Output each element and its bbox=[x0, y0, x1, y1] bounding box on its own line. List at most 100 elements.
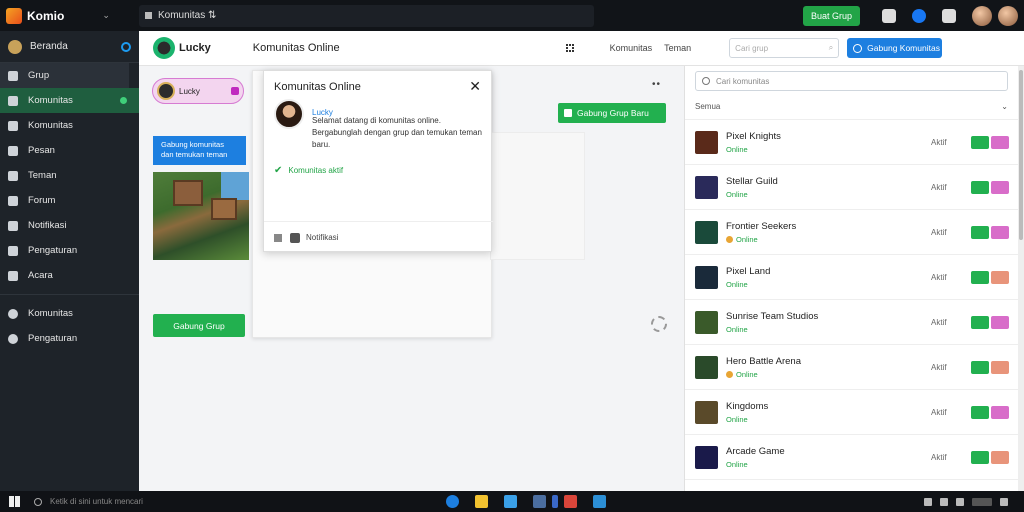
user-chip[interactable]: Lucky bbox=[152, 78, 244, 104]
search-icon bbox=[702, 77, 710, 85]
join-button[interactable] bbox=[971, 405, 989, 419]
sidebar-bottom-item-1[interactable]: Pengaturan bbox=[0, 326, 139, 351]
sidebar-item-4[interactable]: Teman bbox=[0, 163, 139, 188]
volume-icon[interactable] bbox=[956, 497, 964, 506]
community-name: Kingdoms bbox=[726, 400, 769, 412]
breadcrumb[interactable]: Komunitas ⇅ bbox=[139, 4, 594, 27]
app-name: Komio bbox=[27, 8, 65, 23]
clock-icon[interactable] bbox=[972, 497, 992, 506]
promo-card[interactable]: Gabung komunitas dan temukan teman bbox=[153, 136, 246, 165]
tab-communities[interactable]: Komunitas bbox=[610, 43, 653, 53]
community-search-input[interactable]: Cari komunitas bbox=[695, 71, 1008, 91]
list-item[interactable]: Kingdoms Online Aktif bbox=[685, 389, 1018, 434]
app-logo[interactable]: Komio ⌄ bbox=[0, 0, 139, 31]
content-panel-faint bbox=[490, 132, 585, 260]
sidebar-item-7[interactable]: Pengaturan bbox=[0, 238, 139, 263]
more-button[interactable] bbox=[991, 180, 1009, 194]
join-button[interactable] bbox=[971, 270, 989, 284]
more-button[interactable] bbox=[991, 270, 1009, 284]
network-icon[interactable] bbox=[940, 497, 948, 506]
more-button[interactable] bbox=[991, 225, 1009, 239]
more-button[interactable] bbox=[991, 135, 1009, 149]
join-button[interactable] bbox=[971, 180, 989, 194]
top-actions: Buat Grup bbox=[802, 0, 1024, 31]
sort-label: Semua bbox=[695, 102, 721, 111]
community-name: Pixel Land bbox=[726, 265, 771, 277]
more-button[interactable] bbox=[991, 360, 1009, 374]
list-item[interactable]: Pixel Knights Online Aktif bbox=[685, 119, 1018, 164]
search-placeholder: Cari grup bbox=[735, 43, 769, 53]
edge-icon[interactable] bbox=[446, 495, 459, 508]
join-button[interactable] bbox=[971, 135, 989, 149]
user-avatar[interactable] bbox=[153, 37, 175, 59]
notification-icon[interactable] bbox=[1000, 497, 1008, 506]
list-item[interactable]: Pixel Land Online Aktif bbox=[685, 254, 1018, 299]
sidebar-item-label: Pesan bbox=[28, 145, 55, 156]
more-icon[interactable]: •• bbox=[652, 79, 661, 90]
friend-avatar[interactable] bbox=[972, 5, 992, 26]
settings-icon[interactable] bbox=[121, 41, 131, 52]
join-button[interactable] bbox=[971, 450, 989, 464]
list-item[interactable]: Frontier Seekers Online Aktif bbox=[685, 209, 1018, 254]
grid-icon[interactable] bbox=[565, 44, 574, 52]
join-button[interactable] bbox=[971, 360, 989, 374]
logo-icon bbox=[6, 7, 22, 24]
list-item[interactable]: Sunrise Team Studios Online Aktif bbox=[685, 299, 1018, 344]
search-icon[interactable]: ⌕ bbox=[829, 43, 833, 53]
game-thumbnail[interactable] bbox=[153, 172, 249, 260]
community-info: Stellar Guild Online bbox=[726, 176, 931, 199]
close-icon[interactable]: ✕ bbox=[469, 78, 481, 95]
join-button[interactable] bbox=[971, 225, 989, 239]
game-icon[interactable] bbox=[942, 8, 956, 23]
join-group-button[interactable]: Gabung Grup bbox=[153, 314, 245, 337]
join-new-group-button[interactable]: Gabung Grup Baru bbox=[558, 103, 666, 123]
scrollbar[interactable] bbox=[1018, 66, 1024, 491]
sidebar-bottom-item-0[interactable]: Komunitas bbox=[0, 301, 139, 326]
sidebar-item-2[interactable]: Komunitas bbox=[0, 113, 139, 138]
create-group-button[interactable]: Buat Grup bbox=[802, 5, 860, 26]
store-icon[interactable] bbox=[504, 495, 517, 508]
tab-friends[interactable]: Teman bbox=[664, 43, 691, 53]
sidebar-item-5[interactable]: Forum bbox=[0, 188, 139, 213]
community-info: Pixel Knights Online bbox=[726, 131, 931, 154]
building-shape bbox=[173, 180, 203, 206]
search-input[interactable]: Cari grup ⌕ bbox=[729, 38, 840, 58]
user-name[interactable]: Lucky bbox=[179, 42, 211, 54]
attach-icon[interactable] bbox=[274, 233, 282, 242]
more-button[interactable] bbox=[991, 405, 1009, 419]
refresh-icon[interactable] bbox=[651, 316, 667, 332]
list-item[interactable]: Retro GoOnlineAktif bbox=[685, 479, 1018, 491]
community-status: Aktif bbox=[931, 227, 947, 237]
list-item[interactable]: Stellar Guild Online Aktif bbox=[685, 164, 1018, 209]
sidebar-item-1[interactable]: Komunitas bbox=[0, 88, 139, 113]
sort-dropdown[interactable]: Semua ⌄ bbox=[695, 102, 1008, 111]
sidebar-header[interactable]: Beranda bbox=[0, 31, 139, 63]
list-item[interactable]: Arcade Game Online Aktif bbox=[685, 434, 1018, 479]
sidebar-item-3[interactable]: Pesan bbox=[0, 138, 139, 163]
more-button[interactable] bbox=[991, 450, 1009, 464]
bookmark-icon[interactable] bbox=[290, 232, 300, 243]
calendar-icon[interactable] bbox=[882, 8, 896, 23]
community-status-line: Online bbox=[726, 415, 931, 424]
app-icon[interactable] bbox=[564, 495, 577, 508]
windows-icon[interactable] bbox=[9, 496, 20, 507]
join-community-button[interactable]: Gabung Komunitas bbox=[847, 38, 943, 58]
app-icon[interactable] bbox=[552, 495, 558, 508]
chevron-up-icon[interactable] bbox=[924, 497, 932, 506]
user-avatar[interactable] bbox=[998, 5, 1018, 26]
app-icon[interactable] bbox=[533, 495, 546, 508]
sidebar-item-0[interactable]: Grup bbox=[0, 63, 129, 88]
join-button[interactable] bbox=[971, 315, 989, 329]
sidebar-item-8[interactable]: Acara bbox=[0, 263, 139, 288]
chevron-down-icon[interactable]: ⌄ bbox=[102, 10, 110, 21]
app-icon[interactable] bbox=[593, 495, 606, 508]
taskbar-search[interactable]: Ketik di sini untuk mencari bbox=[34, 497, 214, 506]
sidebar-item-6[interactable]: Notifikasi bbox=[0, 213, 139, 238]
scrollbar-thumb[interactable] bbox=[1019, 70, 1023, 240]
community-thumbnail bbox=[695, 445, 718, 469]
list-item[interactable]: Hero Battle Arena Online Aktif bbox=[685, 344, 1018, 389]
folder-icon[interactable] bbox=[475, 495, 488, 508]
more-button[interactable] bbox=[991, 315, 1009, 329]
notification-icon[interactable] bbox=[912, 8, 926, 23]
message-icon bbox=[8, 145, 18, 156]
